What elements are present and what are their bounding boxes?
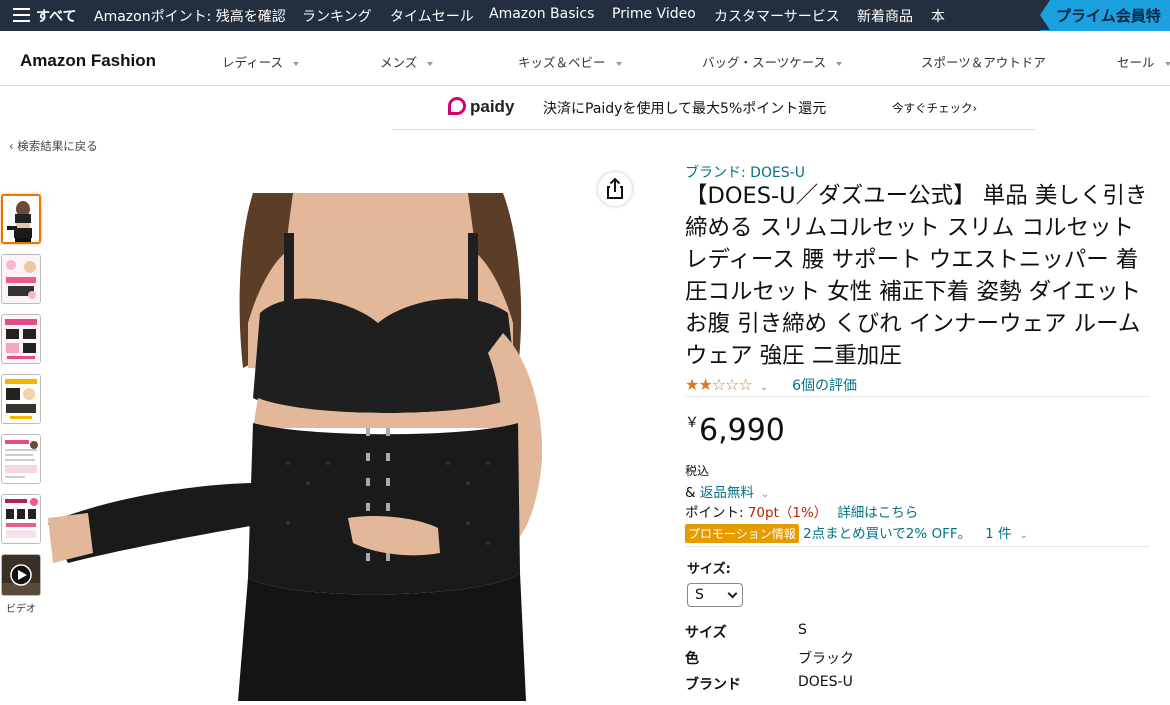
- video-label: ビデオ: [6, 604, 36, 615]
- rating-row: ★★☆☆☆ ⌄ 6個の評価: [685, 375, 857, 395]
- price: ￥6,990: [685, 413, 785, 448]
- spec-key: ブランド: [685, 677, 741, 693]
- thumbnail-image: [2, 315, 40, 363]
- paidy-message: 決済にPaidyを使用して最大5%ポイント還元: [543, 101, 827, 117]
- top-nav: すべて Amazonポイント: 残高を確認 ランキング タイムセール Amazo…: [0, 0, 1170, 31]
- returns-row: & 返品無料 ⌄: [685, 485, 770, 501]
- chevron-down-icon: [615, 61, 622, 66]
- promotion-row: プロモーション情報 2点まとめ買いで2% OFF。 1 件 ⌄: [685, 522, 1028, 543]
- rating-count-link[interactable]: 6個の評価: [792, 378, 857, 394]
- amazon-fashion-logo[interactable]: Amazon Fashion: [20, 51, 156, 71]
- thumbnail-3[interactable]: [1, 314, 41, 364]
- thumbnail-image: [2, 495, 40, 543]
- thumbnail-4[interactable]: [1, 374, 41, 424]
- spec-value: S: [798, 622, 807, 638]
- nav-item-books[interactable]: 本: [931, 6, 945, 26]
- nav-item-timesale[interactable]: タイムセール: [390, 6, 474, 26]
- paidy-banner[interactable]: paidy 決済にPaidyを使用して最大5%ポイント還元 今すぐチェック›: [392, 88, 1035, 130]
- fashion-nav: Amazon Fashion レディース メンズ キッズ＆ベビー バッグ・スーツ…: [0, 31, 1170, 86]
- product-title: 【DOES-U／ダズユー公式】 単品 美しく引き締める スリムコルセット スリム…: [685, 183, 1148, 369]
- points-row: ポイント: 70pt（1%） 詳細はこちら: [685, 505, 919, 521]
- thumbnail-image: [2, 375, 40, 423]
- chevron-down-icon: [427, 61, 434, 66]
- paidy-check-link[interactable]: 今すぐチェック›: [892, 100, 977, 116]
- nav-item-new-releases[interactable]: 新着商品: [857, 6, 913, 26]
- fashion-cat-ladies[interactable]: レディース: [222, 52, 300, 71]
- back-to-results-link[interactable]: ‹ 検索結果に戻る: [9, 138, 98, 154]
- thumbnail-1[interactable]: [1, 194, 41, 244]
- chevron-down-icon[interactable]: ⌄: [1020, 530, 1028, 541]
- chevron-down-icon[interactable]: ⌄: [761, 489, 769, 500]
- paidy-logo: paidy: [448, 97, 514, 117]
- thumbnail-5[interactable]: [1, 434, 41, 484]
- fashion-cat-bags[interactable]: バッグ・スーツケース: [702, 52, 843, 71]
- spec-key: サイズ: [685, 625, 727, 641]
- size-select[interactable]: S: [687, 583, 743, 607]
- video-thumbnail-image: [2, 555, 40, 595]
- divider: [685, 396, 1150, 397]
- nav-item-basics[interactable]: Amazon Basics: [489, 6, 594, 22]
- chevron-down-icon: [836, 61, 843, 66]
- thumbnail-image: [3, 196, 39, 242]
- brand-link[interactable]: ブランド: DOES-U: [685, 162, 805, 182]
- thumbnail-6[interactable]: [1, 494, 41, 544]
- share-button[interactable]: [598, 172, 632, 206]
- fashion-cat-kids[interactable]: キッズ＆ベビー: [518, 52, 622, 71]
- prime-banner[interactable]: プライム会員特: [1040, 0, 1170, 31]
- paidy-icon: [448, 97, 466, 115]
- fashion-cat-sports[interactable]: スポーツ＆アウトドア: [921, 52, 1046, 71]
- promotion-count[interactable]: 1 件: [985, 526, 1011, 542]
- nav-item-points[interactable]: Amazonポイント: 残高を確認: [94, 6, 286, 26]
- promotion-badge: プロモーション情報: [685, 524, 799, 543]
- thumbnail-2[interactable]: [1, 254, 41, 304]
- share-icon: [607, 177, 623, 199]
- thumbnail-video[interactable]: [1, 554, 41, 596]
- nav-all-button[interactable]: すべて: [36, 6, 76, 26]
- size-label: サイズ:: [687, 562, 731, 577]
- fashion-cat-sale[interactable]: セール: [1117, 52, 1170, 71]
- thumbnail-image: [2, 255, 40, 303]
- spec-value: DOES-U: [798, 674, 853, 690]
- chevron-down-icon: [727, 588, 738, 599]
- hamburger-menu-icon[interactable]: [13, 8, 30, 22]
- nav-item-customer-service[interactable]: カスタマーサービス: [714, 6, 840, 26]
- divider: [685, 546, 1150, 547]
- spec-value: ブラック: [798, 651, 854, 667]
- star-rating-icon[interactable]: ★★☆☆☆: [685, 375, 753, 394]
- thumbnail-image: [2, 435, 40, 483]
- fashion-cat-mens[interactable]: メンズ: [380, 52, 434, 71]
- free-returns-link[interactable]: 返品無料: [700, 485, 754, 501]
- spec-key: 色: [685, 651, 699, 667]
- chevron-down-icon[interactable]: ⌄: [760, 382, 768, 393]
- main-product-image[interactable]: [48, 193, 644, 701]
- chevron-down-icon: [1164, 61, 1170, 66]
- chevron-down-icon: [293, 61, 300, 66]
- nav-item-prime-video[interactable]: Prime Video: [612, 6, 696, 22]
- points-value: 70pt（1%）: [747, 505, 828, 521]
- nav-item-ranking[interactable]: ランキング: [302, 6, 372, 26]
- promotion-text[interactable]: 2点まとめ買いで2% OFF。: [803, 526, 971, 542]
- points-details-link[interactable]: 詳細はこちら: [837, 505, 918, 521]
- tax-note: 税込: [685, 464, 710, 478]
